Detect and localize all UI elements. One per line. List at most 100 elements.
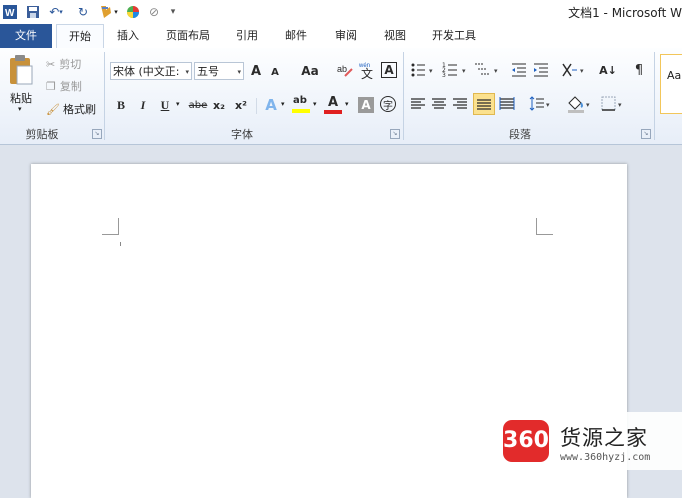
line-spacing-button[interactable]: ▾ bbox=[529, 95, 553, 113]
chinese-layout-button[interactable]: ▾ bbox=[561, 60, 587, 80]
strikethrough-button[interactable]: abe bbox=[188, 97, 208, 113]
clipboard-icon bbox=[8, 54, 34, 89]
show-formatting-marks-button[interactable]: ¶ bbox=[632, 60, 646, 80]
tab-home[interactable]: 开始 bbox=[56, 24, 104, 50]
tab-insert[interactable]: 插入 bbox=[110, 24, 146, 48]
line-spacing-icon: ▾ bbox=[529, 96, 550, 111]
chevron-down-icon[interactable]: ▾ bbox=[345, 100, 349, 108]
save-icon[interactable] bbox=[25, 3, 41, 21]
text-effects-button[interactable]: A bbox=[263, 95, 279, 115]
repeat-icon[interactable]: ↻ bbox=[76, 3, 90, 21]
phonetic-guide-button[interactable]: wén 文 bbox=[359, 60, 377, 80]
tab-references[interactable]: 引用 bbox=[229, 24, 265, 48]
font-color-button[interactable]: A bbox=[324, 95, 342, 115]
chevron-down-icon: ▾ bbox=[185, 68, 189, 76]
svg-text:▾: ▾ bbox=[429, 67, 433, 75]
enclose-characters-button[interactable]: 字 bbox=[380, 96, 396, 112]
shading-button[interactable]: ▾ bbox=[566, 94, 594, 114]
align-right-button[interactable] bbox=[452, 95, 468, 113]
bullet-list-icon: ▾ bbox=[411, 63, 433, 77]
numbered-list-icon: 123▾ bbox=[442, 62, 466, 79]
clipboard-dialog-launcher-icon[interactable]: ↘ bbox=[92, 129, 102, 139]
clipboard-group-label: 剪贴板 bbox=[25, 128, 59, 141]
superscript-button[interactable]: x² bbox=[233, 97, 249, 113]
multilevel-list-icon: ▾ bbox=[475, 63, 498, 75]
clear-formatting-button[interactable]: ab bbox=[336, 60, 354, 80]
increase-indent-button[interactable] bbox=[533, 60, 551, 80]
phonetic-guide-icon: wén文 bbox=[359, 63, 373, 80]
grow-font-button[interactable]: A bbox=[248, 62, 264, 80]
increase-indent-icon bbox=[534, 63, 548, 77]
font-color-swatch bbox=[324, 110, 342, 114]
bullets-button[interactable]: ▾ bbox=[410, 60, 436, 80]
format-painter-icon[interactable]: ▾ bbox=[96, 3, 120, 21]
font-size-combo[interactable]: 五号 ▾ bbox=[194, 62, 244, 80]
tab-view[interactable]: 视图 bbox=[377, 24, 413, 48]
site-watermark: 360 货源之家 www.360hyzj.com bbox=[500, 412, 682, 470]
font-color-label: A bbox=[328, 95, 339, 110]
borders-button[interactable]: ▾ bbox=[600, 94, 626, 114]
chevron-down-icon[interactable]: ▾ bbox=[176, 100, 180, 108]
subscript-button[interactable]: x₂ bbox=[211, 97, 227, 113]
word-logo-icon[interactable]: W bbox=[2, 3, 18, 21]
tab-review[interactable]: 审阅 bbox=[328, 24, 364, 48]
italic-button[interactable]: I bbox=[136, 97, 150, 113]
change-case-button[interactable]: Aa bbox=[298, 62, 322, 80]
justify-button[interactable] bbox=[473, 93, 495, 115]
align-center-button[interactable] bbox=[431, 95, 447, 113]
ribbon: 粘贴 ▾ ✂ 剪切 ❐ 复制 🖌 格式刷 剪贴板 ↘ 宋体 (中文正: ▾ 五号… bbox=[0, 48, 682, 145]
character-shading-button[interactable]: A bbox=[358, 97, 374, 113]
paragraph-group-label: 段落 bbox=[509, 128, 531, 141]
align-center-icon bbox=[432, 98, 446, 109]
tab-page-layout[interactable]: 页面布局 bbox=[158, 24, 218, 48]
justify-icon bbox=[477, 99, 491, 110]
svg-text:▾: ▾ bbox=[618, 101, 622, 109]
tab-developer[interactable]: 开发工具 bbox=[424, 24, 484, 48]
svg-text:W: W bbox=[5, 8, 15, 19]
customize-qat-icon[interactable]: ▾ bbox=[166, 3, 180, 21]
color-wheel-icon[interactable] bbox=[125, 3, 141, 21]
font-dialog-launcher-icon[interactable]: ↘ bbox=[390, 129, 400, 139]
watermark-badge: 360 bbox=[503, 420, 549, 462]
chevron-down-icon[interactable]: ▾ bbox=[313, 100, 317, 108]
paste-label: 粘贴 bbox=[10, 92, 32, 105]
copy-label: 复制 bbox=[59, 80, 82, 93]
highlight-button[interactable]: ab bbox=[292, 95, 310, 115]
chevron-down-icon: ▾ bbox=[18, 105, 22, 113]
svg-text:▾: ▾ bbox=[462, 67, 466, 75]
style-gallery-item[interactable]: Aa bbox=[660, 54, 682, 114]
copy-button[interactable]: ❐ 复制 bbox=[46, 78, 82, 94]
distributed-button[interactable] bbox=[499, 95, 515, 113]
format-painter-label: 格式刷 bbox=[62, 103, 96, 116]
paragraph-dialog-launcher-icon[interactable]: ↘ bbox=[641, 129, 651, 139]
highlight-color-swatch bbox=[292, 109, 310, 113]
character-border-button[interactable]: A bbox=[381, 62, 397, 78]
multilevel-list-button[interactable]: ▾ bbox=[474, 60, 502, 80]
eraser-icon[interactable]: ⊘ bbox=[146, 3, 162, 21]
margin-corner-top-left bbox=[102, 218, 119, 235]
watermark-url: www.360hyzj.com bbox=[560, 452, 651, 463]
numbering-button[interactable]: 1 2 3 ▾ bbox=[442, 60, 470, 80]
font-size-value: 五号 bbox=[197, 65, 219, 78]
sort-button[interactable]: A↓ bbox=[598, 60, 618, 80]
separator bbox=[256, 98, 257, 114]
undo-icon[interactable]: ↶ ▾ bbox=[46, 3, 66, 21]
tab-mailings[interactable]: 邮件 bbox=[278, 24, 314, 48]
tab-file[interactable]: 文件 bbox=[0, 24, 52, 48]
text-cursor bbox=[120, 242, 121, 246]
bold-button[interactable]: B bbox=[114, 97, 128, 113]
clear-formatting-icon: ab bbox=[337, 64, 353, 77]
format-painter-button[interactable]: 🖌 格式刷 bbox=[46, 101, 96, 117]
svg-text:▾: ▾ bbox=[494, 67, 498, 75]
shrink-font-button[interactable]: A bbox=[268, 64, 282, 80]
chevron-down-icon[interactable]: ▾ bbox=[281, 100, 285, 108]
font-name-value: 宋体 (中文正: bbox=[113, 65, 180, 78]
cut-button[interactable]: ✂ 剪切 bbox=[46, 56, 81, 72]
paint-bucket-icon: ▾ bbox=[568, 96, 590, 113]
font-name-combo[interactable]: 宋体 (中文正: ▾ bbox=[110, 62, 192, 80]
underline-button[interactable]: U bbox=[158, 97, 172, 113]
paste-button[interactable]: 粘贴 ▾ bbox=[4, 52, 38, 118]
group-divider bbox=[403, 52, 404, 140]
align-left-button[interactable] bbox=[410, 95, 426, 113]
decrease-indent-button[interactable] bbox=[511, 60, 529, 80]
